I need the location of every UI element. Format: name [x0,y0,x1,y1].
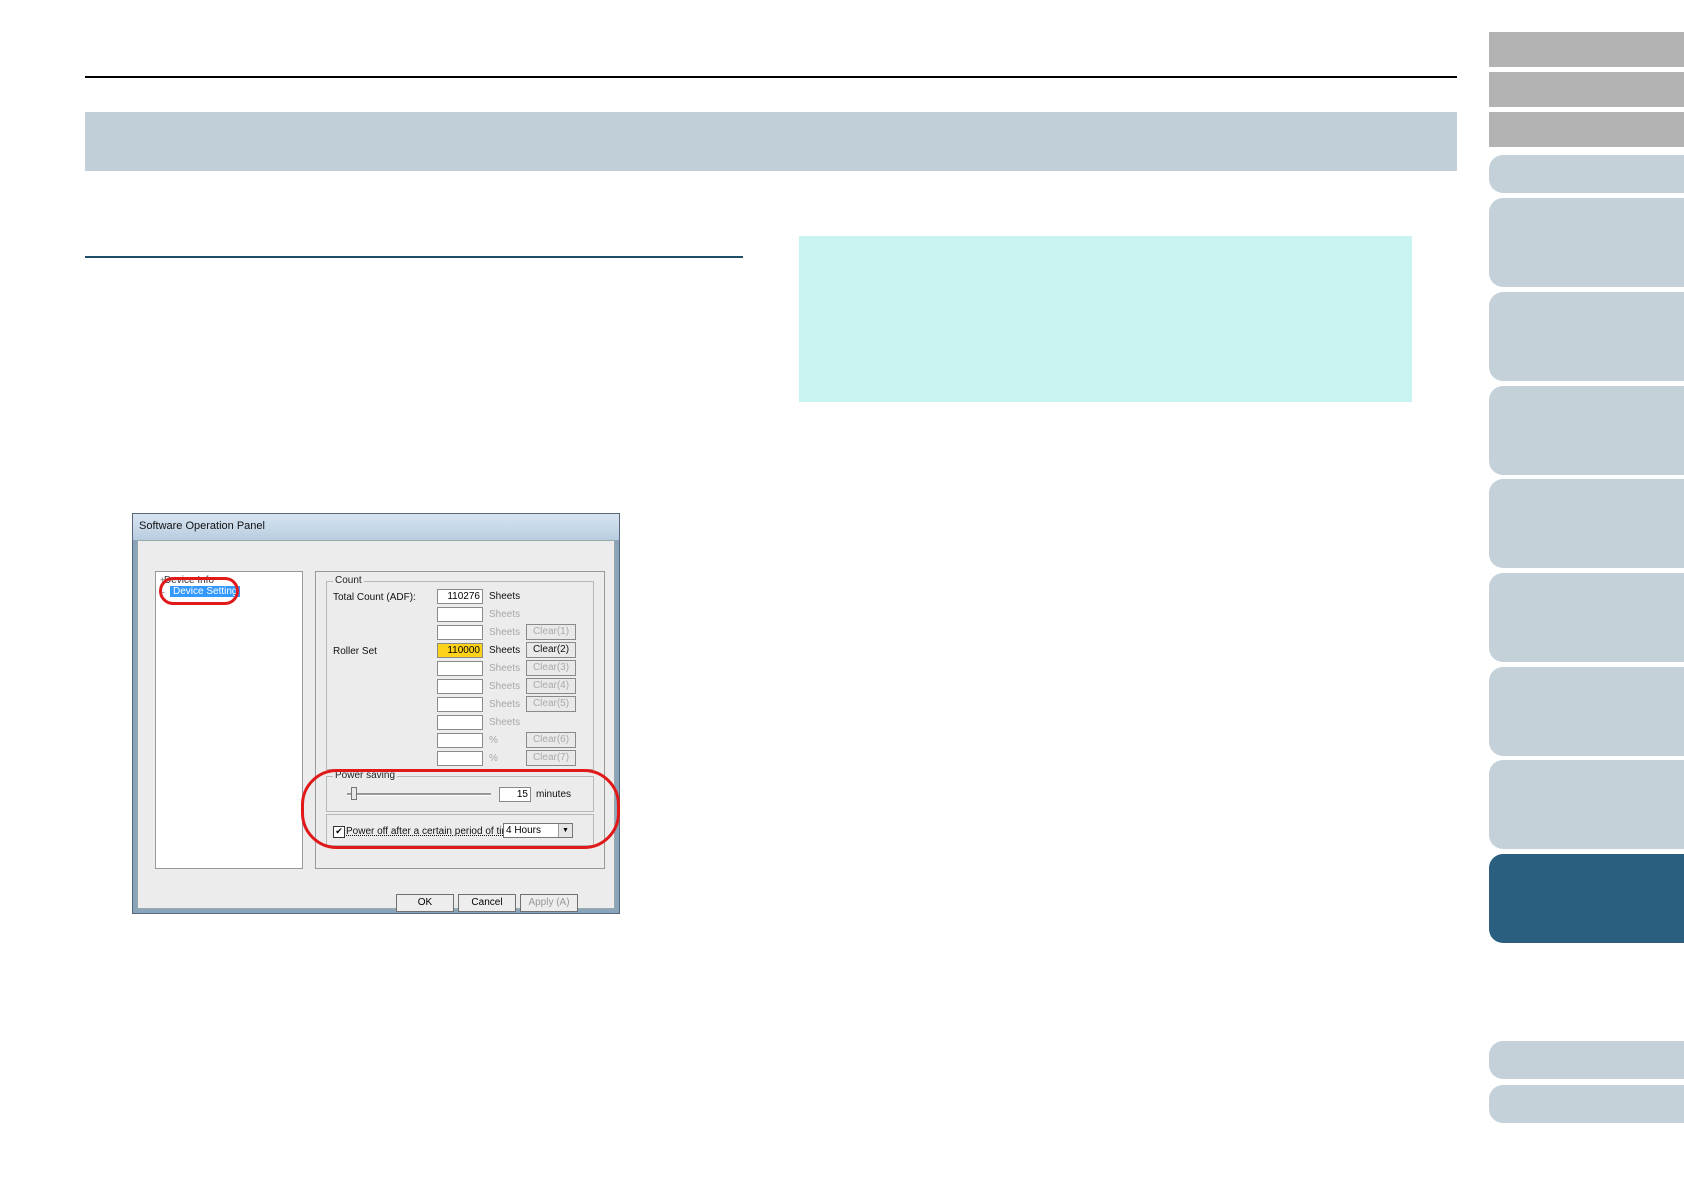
section-title-band [85,112,1457,171]
sheets-label: Sheets [489,717,521,728]
settings-tree: + Device Info - Device Setting [155,571,303,869]
nav-tab-2[interactable] [1489,198,1684,287]
dialog-title-bar: Software Operation Panel [133,514,619,540]
clear-7-button[interactable]: Clear(7) [526,750,576,766]
hint-box [799,236,1412,402]
ok-button[interactable]: OK [396,894,454,912]
count-group-label: Count [333,575,364,586]
clear-1-button[interactable]: Clear(1) [526,624,576,640]
clear-6-button[interactable]: Clear(6) [526,732,576,748]
nav-tab-7[interactable] [1489,667,1684,756]
software-operation-panel-dialog: Software Operation Panel + Device Info -… [132,513,620,914]
count-field [437,661,483,676]
cancel-button[interactable]: Cancel [458,894,516,912]
sheets-label: Sheets [489,591,521,602]
count-field [437,715,483,730]
nav-tab-top-1[interactable] [1489,32,1684,67]
sheets-label: Sheets [489,645,521,656]
count-field [437,607,483,622]
nav-tab-3[interactable] [1489,292,1684,381]
count-group: Count Total Count (ADF): 110276 Sheets S… [326,575,594,770]
total-count-field: 110276 [437,589,483,604]
percent-label: % [489,753,498,764]
clear-3-button[interactable]: Clear(3) [526,660,576,676]
sheets-label: Sheets [489,663,521,674]
count-field [437,751,483,766]
apply-button[interactable]: Apply (A) [520,894,578,912]
count-field [437,733,483,748]
clear-5-button[interactable]: Clear(5) [526,696,576,712]
percent-label: % [489,735,498,746]
dialog-title: Software Operation Panel [139,520,265,532]
clear-4-button[interactable]: Clear(4) [526,678,576,694]
count-field [437,679,483,694]
nav-tab-top-2[interactable] [1489,72,1684,107]
subsection-rule [85,256,743,258]
highlight-power-settings [301,769,620,849]
highlight-device-setting [159,577,239,605]
roller-set-label: Roller Set [333,646,377,657]
clear-2-button[interactable]: Clear(2) [526,642,576,658]
total-count-label: Total Count (ADF): [333,592,416,603]
count-field [437,625,483,640]
nav-tab-6[interactable] [1489,573,1684,662]
nav-tab-4[interactable] [1489,386,1684,475]
sheets-label: Sheets [489,627,521,638]
sheets-label: Sheets [489,699,521,710]
nav-tab-active[interactable] [1489,854,1684,943]
nav-tab-bottom-2[interactable] [1489,1085,1684,1123]
sheets-label: Sheets [489,681,521,692]
header-rule [85,76,1457,78]
nav-tab-8[interactable] [1489,760,1684,849]
nav-tab-top-3[interactable] [1489,112,1684,147]
nav-tab-5[interactable] [1489,479,1684,568]
roller-set-field: 110000 [437,643,483,658]
nav-tab-1[interactable] [1489,155,1684,193]
sheets-label: Sheets [489,609,521,620]
nav-tab-bottom-1[interactable] [1489,1041,1684,1079]
count-field [437,697,483,712]
